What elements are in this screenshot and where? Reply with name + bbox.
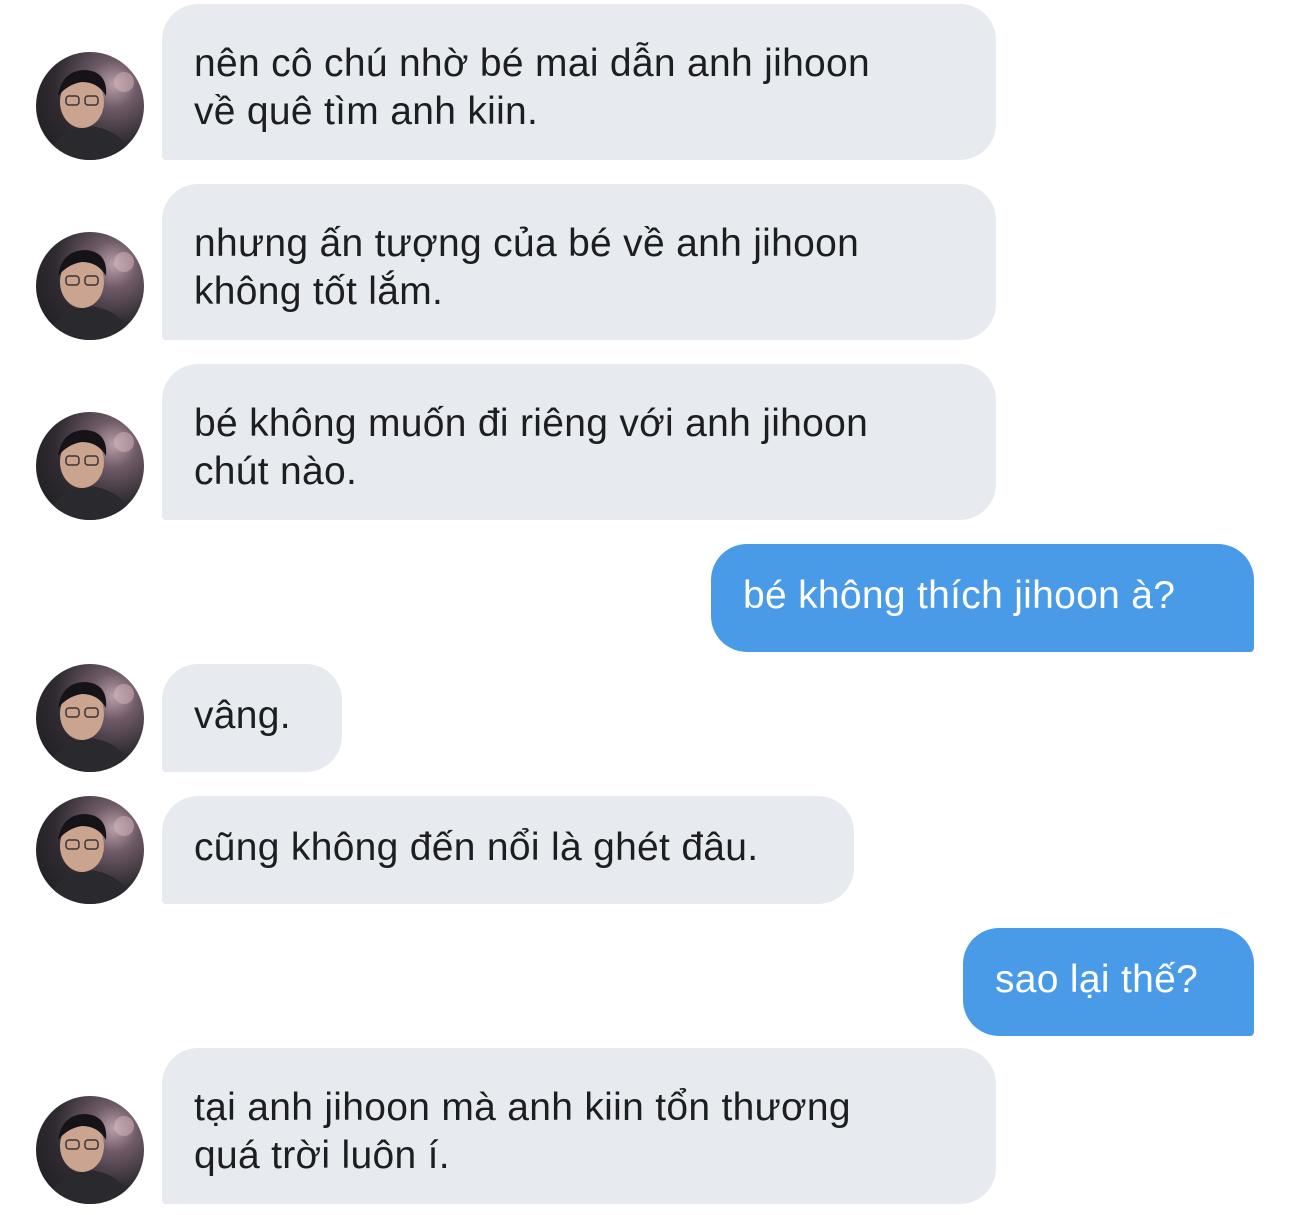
contact-avatar[interactable] [36,52,144,160]
message-bubble-incoming[interactable]: nên cô chú nhờ bé mai dẫn anh jihoon về … [162,4,996,160]
message-bubble-incoming[interactable]: vâng. [162,664,342,772]
person-photo-icon [46,70,134,160]
person-photo-icon [46,1114,134,1204]
contact-avatar[interactable] [36,1096,144,1204]
message-bubble-incoming[interactable]: tại anh jihoon mà anh kiin tổn thương qu… [162,1048,996,1204]
message-bubble-incoming[interactable]: bé không muốn đi riêng với anh jihoon ch… [162,364,996,520]
person-photo-icon [46,682,134,772]
message-bubble-outgoing[interactable]: sao lại thế? [963,928,1254,1036]
contact-avatar[interactable] [36,796,144,904]
contact-avatar[interactable] [36,664,144,772]
message-bubble-outgoing[interactable]: bé không thích jihoon à? [711,544,1254,652]
message-bubble-incoming[interactable]: nhưng ấn tượng của bé về anh jihoon khôn… [162,184,996,340]
contact-avatar[interactable] [36,412,144,520]
contact-avatar[interactable] [36,232,144,340]
person-photo-icon [46,430,134,520]
person-photo-icon [46,814,134,904]
person-photo-icon [46,250,134,340]
message-bubble-incoming[interactable]: cũng không đến nổi là ghét đâu. [162,796,854,904]
